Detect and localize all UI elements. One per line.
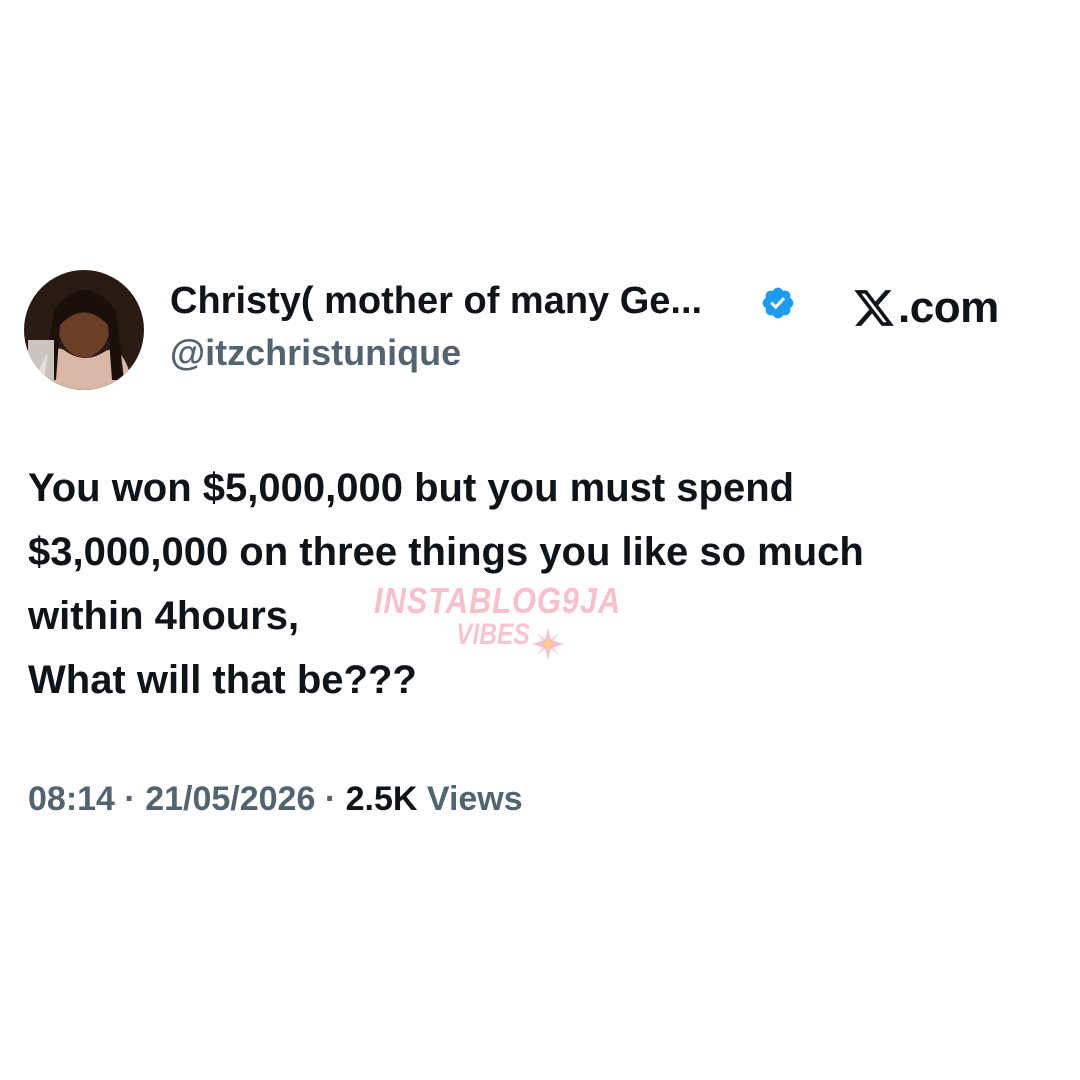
tweet-text: You won $5,000,000 but you must spend $3… bbox=[28, 456, 1058, 712]
views-label: Views bbox=[426, 780, 523, 818]
tweet-date[interactable]: 21/05/2026 bbox=[145, 780, 315, 818]
tweet-line: $3,000,000 on three things you like so m… bbox=[28, 530, 864, 574]
views-count: 2.5K bbox=[345, 780, 418, 818]
tweet-time[interactable]: 08:14 bbox=[28, 780, 115, 818]
tweet-line: You won $5,000,000 but you must spend bbox=[28, 466, 795, 510]
meta-separator: · bbox=[324, 780, 337, 818]
sparkle-icon bbox=[532, 628, 564, 660]
verified-badge-icon bbox=[762, 287, 794, 319]
site-domain-text: .com bbox=[898, 283, 999, 332]
username-handle[interactable]: @itzchristunique bbox=[170, 332, 461, 374]
tweet-meta: 08:14 · 21/05/2026 · 2.5K Views bbox=[28, 780, 523, 819]
x-com-branding: .com bbox=[852, 283, 999, 333]
x-logo-icon bbox=[854, 290, 894, 326]
display-name[interactable]: Christy( mother of many Ge... bbox=[170, 280, 702, 323]
avatar-image bbox=[24, 270, 144, 390]
avatar[interactable] bbox=[24, 270, 144, 390]
meta-separator: · bbox=[124, 780, 136, 818]
